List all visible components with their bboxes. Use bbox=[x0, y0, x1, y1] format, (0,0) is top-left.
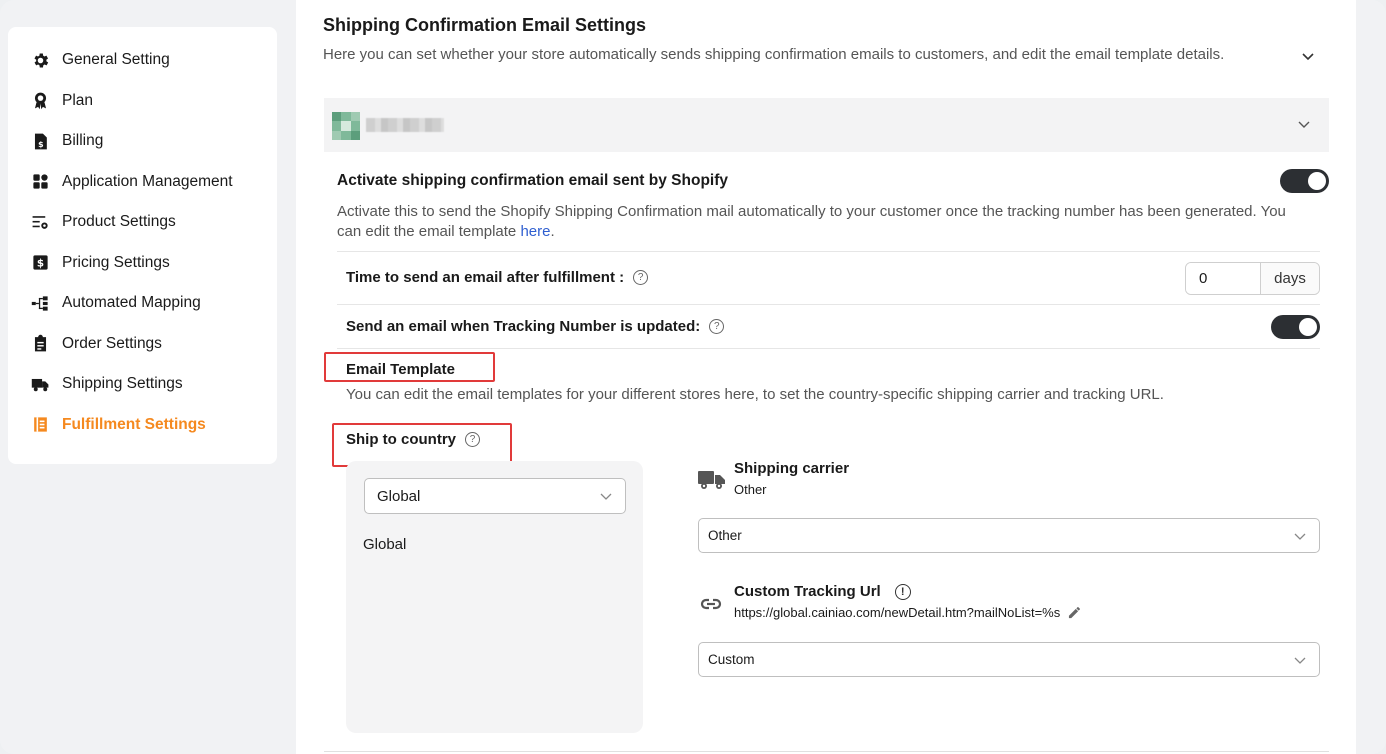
sidebar-item-product-settings[interactable]: Product Settings bbox=[8, 202, 277, 243]
sidebar-item-order-settings[interactable]: Order Settings bbox=[8, 324, 277, 365]
sidebar-item-label: Order Settings bbox=[62, 334, 162, 352]
email-template-title: Email Template bbox=[346, 361, 455, 378]
store-name bbox=[366, 118, 444, 132]
store-logo-icon bbox=[332, 112, 360, 140]
sidebar-item-automated-mapping[interactable]: Automated Mapping bbox=[8, 283, 277, 324]
tracking-url-select[interactable]: Custom bbox=[698, 642, 1320, 677]
divider bbox=[324, 751, 1329, 752]
days-input-group: days bbox=[1185, 262, 1320, 295]
grid-icon bbox=[29, 171, 51, 193]
country-list-item[interactable]: Global bbox=[363, 536, 406, 553]
sidebar-item-plan[interactable]: Plan bbox=[8, 81, 277, 122]
chevron-down-icon[interactable] bbox=[1296, 116, 1312, 132]
days-unit: days bbox=[1261, 263, 1319, 294]
page-title: Shipping Confirmation Email Settings bbox=[323, 15, 647, 35]
activate-email-title: Activate shipping confirmation email sen… bbox=[337, 172, 729, 189]
sidebar-item-label: Fulfillment Settings bbox=[62, 415, 206, 433]
chevron-down-icon bbox=[1293, 653, 1307, 667]
sidebar-item-billing[interactable]: $ Billing bbox=[8, 121, 277, 162]
shipping-carrier-title: Shipping carrier bbox=[734, 460, 850, 477]
app-frame: General Setting Plan $ Billing Applicati… bbox=[0, 0, 1386, 754]
divider bbox=[337, 304, 1320, 305]
fulfillment-icon bbox=[29, 414, 51, 436]
tracking-update-toggle[interactable] bbox=[1271, 315, 1320, 339]
custom-tracking-url-title: Custom Tracking Url ! bbox=[734, 583, 911, 600]
sidebar: General Setting Plan $ Billing Applicati… bbox=[8, 27, 277, 464]
help-icon[interactable]: ? bbox=[633, 270, 649, 285]
activate-desc-suffix: . bbox=[550, 223, 555, 240]
tracking-url-value: https://global.cainiao.com/newDetail.htm… bbox=[734, 605, 1081, 620]
chevron-down-icon[interactable] bbox=[1300, 48, 1316, 64]
mapping-icon bbox=[29, 292, 51, 314]
sidebar-item-label: Product Settings bbox=[62, 213, 176, 231]
link-icon bbox=[699, 594, 723, 614]
time-to-send-label: Time to send an email after fulfillment … bbox=[346, 269, 649, 286]
invoice-icon: $ bbox=[29, 130, 51, 152]
main-panel: Shipping Confirmation Email Settings Her… bbox=[296, 0, 1356, 754]
sidebar-item-label: General Setting bbox=[62, 51, 170, 69]
gear-icon bbox=[29, 49, 51, 71]
activate-email-description: Activate this to send the Shopify Shippi… bbox=[337, 202, 1287, 242]
ship-to-country-label: Ship to country ? bbox=[346, 431, 480, 448]
scroll-gutter bbox=[1356, 0, 1386, 754]
email-template-link[interactable]: here bbox=[520, 223, 550, 240]
tracking-url-text: https://global.cainiao.com/newDetail.htm… bbox=[734, 605, 1061, 620]
tracking-update-text: Send an email when Tracking Number is up… bbox=[346, 318, 701, 335]
toggle-knob bbox=[1308, 172, 1326, 190]
chevron-down-icon bbox=[599, 489, 613, 503]
time-to-send-text: Time to send an email after fulfillment … bbox=[346, 269, 625, 286]
country-select-value: Global bbox=[377, 487, 421, 505]
divider bbox=[337, 348, 1320, 349]
tracking-url-select-value: Custom bbox=[708, 652, 755, 667]
sidebar-item-application-management[interactable]: Application Management bbox=[8, 162, 277, 203]
store-selector[interactable] bbox=[324, 98, 1329, 152]
sidebar-item-label: Automated Mapping bbox=[62, 294, 201, 312]
custom-tracking-url-text: Custom Tracking Url bbox=[734, 583, 881, 600]
truck-icon bbox=[698, 469, 726, 491]
country-panel: Global Global bbox=[346, 461, 643, 733]
pencil-icon[interactable] bbox=[1068, 606, 1081, 619]
carrier-select-value: Other bbox=[708, 528, 742, 543]
email-template-description: You can edit the email templates for you… bbox=[346, 386, 1164, 403]
sidebar-item-label: Plan bbox=[62, 91, 94, 109]
country-select[interactable]: Global bbox=[364, 478, 626, 514]
help-icon[interactable]: ? bbox=[709, 319, 725, 334]
help-icon[interactable]: ? bbox=[465, 432, 480, 447]
sidebar-item-pricing-settings[interactable]: $ Pricing Settings bbox=[8, 243, 277, 284]
sidebar-item-fulfillment-settings[interactable]: Fulfillment Settings bbox=[8, 405, 277, 446]
page-description: Here you can set whether your store auto… bbox=[323, 46, 1225, 63]
sidebar-item-label: Pricing Settings bbox=[62, 253, 170, 271]
carrier-select[interactable]: Other bbox=[698, 518, 1320, 553]
sidebar-item-label: Application Management bbox=[62, 172, 233, 190]
sidebar-item-label: Billing bbox=[62, 132, 104, 150]
clipboard-icon bbox=[29, 333, 51, 355]
dollar-icon: $ bbox=[29, 252, 51, 274]
days-input[interactable] bbox=[1186, 263, 1261, 294]
ship-to-country-text: Ship to country bbox=[346, 431, 456, 448]
activate-email-toggle[interactable] bbox=[1280, 169, 1329, 193]
svg-text:$: $ bbox=[36, 258, 43, 270]
toggle-knob bbox=[1299, 318, 1317, 336]
sidebar-item-general-setting[interactable]: General Setting bbox=[8, 40, 277, 81]
badge-icon bbox=[29, 90, 51, 112]
svg-text:$: $ bbox=[38, 140, 44, 149]
divider bbox=[337, 251, 1320, 252]
shipping-carrier-current: Other bbox=[734, 482, 767, 497]
sidebar-item-shipping-settings[interactable]: Shipping Settings bbox=[8, 364, 277, 405]
sidebar-item-label: Shipping Settings bbox=[62, 375, 183, 393]
tracking-update-label: Send an email when Tracking Number is up… bbox=[346, 318, 725, 335]
chevron-down-icon bbox=[1293, 529, 1307, 543]
activate-desc-text: Activate this to send the Shopify Shippi… bbox=[337, 203, 1286, 240]
info-icon[interactable]: ! bbox=[894, 583, 911, 600]
truck-icon bbox=[29, 373, 51, 395]
list-settings-icon bbox=[29, 211, 51, 233]
